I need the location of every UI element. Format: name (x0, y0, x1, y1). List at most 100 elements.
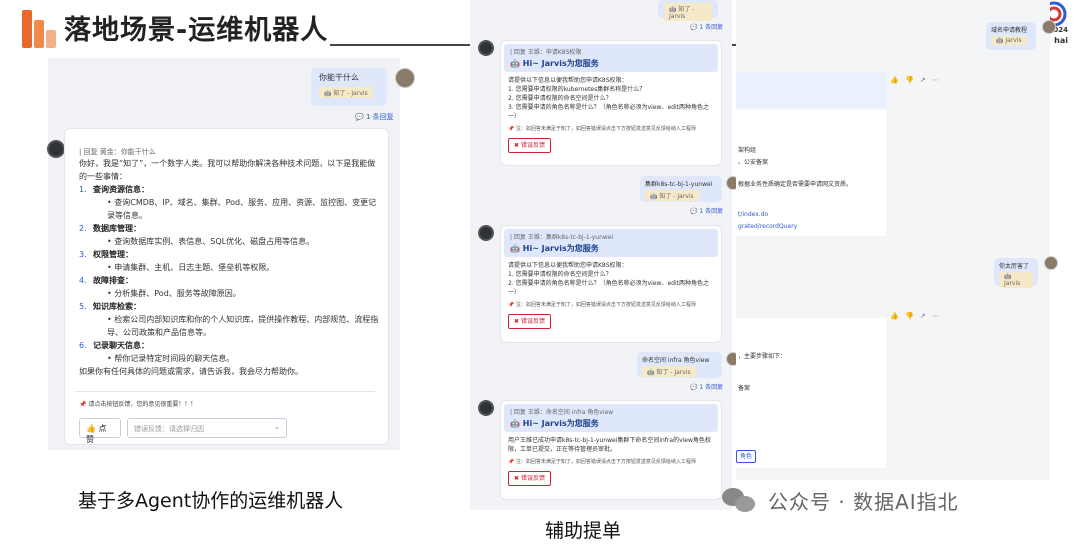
right-card-header-1 (736, 72, 886, 108)
error-feedback-button-1[interactable]: ✖ 错误反馈 (508, 138, 551, 153)
right-role-button[interactable]: 角色 (736, 450, 757, 463)
card-note-text-1: 注：如回答未满足于知了，如回答错误请点击下方按钮发送意见反馈给纳入工程师 (515, 126, 696, 132)
message-actions-1[interactable]: 👍 👎 ↗ ⋯ (890, 76, 941, 84)
error-feedback-label-3: 错误反馈 (520, 475, 545, 482)
left-caption: 基于多Agent协作的运维机器人 (78, 490, 344, 512)
card-title-text-3: Hi~ Jarvis为您服务 (522, 419, 599, 428)
jarvis-tag-label: 知了 - Jarvis (333, 90, 368, 97)
reply-count-label: 1 条回复 (365, 113, 394, 121)
capability-bullet-text: 查询数据库实例、表信息、SQL优化、磁盘占用等信息。 (114, 237, 315, 246)
right-card-body-2: ，主要步骤如下： 备案 角色 (736, 318, 886, 468)
card-body-2: 请提供以下信息以便我帮助您申请K8S权限： 1. 您需要申请权限的命名空间是什么… (504, 257, 718, 329)
slide: 落地场景-运维机器人 2024 hai 你能干什么 🤖 知了 - Jarvis … (0, 0, 1080, 547)
bot-avatar-3 (478, 400, 494, 416)
right-card-body-1: 架构组 、公安备案 根据业务性质确定是否需要申请网文资质。 t/index.do… (736, 110, 886, 236)
reply-link-1[interactable]: 💬 1 条回复 (690, 206, 723, 215)
reply-count-link[interactable]: 💬 1 条回复 (355, 112, 394, 122)
capability-bullet-text: 查询CMDB、IP、域名、集群、Pod、服务、应用、资源、监控图、变更记录等信息… (107, 198, 377, 220)
card-line: 2. 您需要申请权限的命名空间是什么？ (508, 95, 612, 102)
right-bubble-tag-1: 🤖 Jarvis (991, 36, 1027, 45)
bot-reply-card: | 回复 黄金：你能干什么 你好，我是“知了”，一个数字人类。我可以帮助你解决各… (64, 128, 389, 445)
top-jarvis-tag: 🤖 知了 - Jarvis (664, 3, 712, 21)
capability-number: 3. (79, 250, 87, 259)
card-quote-3: | 回复 王维：命名空间 infra 角色view (510, 409, 614, 416)
right-user-avatar-2 (1044, 256, 1058, 270)
card-title-text-2: Hi~ Jarvis为您服务 (522, 244, 599, 253)
chevron-down-icon: ⌄ (274, 423, 280, 431)
card-header-1: | 回复 王维：申请K8S权限 🤖 Hi~ Jarvis为您服务 (504, 44, 718, 72)
user-bubble-text-2: 命名空间 infra 角色view (642, 357, 710, 364)
capability-bullet: • 帮你记录特定时间段的聊天信息。 (107, 354, 235, 363)
card-body-3: 用户王维已成功申请k8s-tc-bj-1-yunwei集群下命名空间infra的… (504, 432, 718, 486)
feedback-hint: 📌 请点击按钮反馈，您的意见很重要！！！ (79, 401, 197, 408)
error-feedback-label-1: 错误反馈 (520, 142, 545, 149)
right-bubble-tag-label-2: Jarvis (1004, 280, 1021, 287)
card-quote-1: | 回复 王维：申请K8S权限 (510, 49, 582, 56)
capability-name: 故障排查： (93, 276, 133, 285)
capability-bullet: • 查询CMDB、IP、域名、集群、Pod、服务、应用、资源、监控图、变更记录等… (107, 198, 377, 220)
card-line: 1. 您需要申请权限的命名空间是什么？ (508, 271, 612, 278)
capability-heading: 2. 数据库管理： (79, 222, 379, 235)
capability-bullet: • 检索公司内部知识库和你的个人知识库，提供操作教程、内部规范、流程指导、公司政… (107, 315, 379, 337)
card-body-1: 请提供以下信息以便我帮助您申请K8S权限： 1. 您需要申请权限的kuberne… (504, 72, 718, 153)
right-frag: 架构组 (738, 147, 757, 154)
error-feedback-button-2[interactable]: ✖ 错误反馈 (508, 314, 551, 329)
capability-bullet-text: 分析集群、Pod、服务等故障原因。 (114, 289, 241, 298)
bot-avatar (47, 140, 65, 158)
user-bubble-text-1: 集群k8s-tc-bj-1-yunwei (645, 181, 713, 188)
right-user-avatar-1 (1042, 20, 1056, 34)
card-note-2: 📌 注：如回答未满足于知了，如回答错误请点击下方按钮发送意见反馈给纳入工程师 (508, 302, 696, 308)
capability-heading: 5. 知识库检索： (79, 300, 379, 313)
capability-heading: 4. 故障排查： (79, 274, 379, 287)
capability-bullet: • 申请集群、主机、日志主题、堡垒机等权限。 (107, 263, 275, 272)
top-reply-link[interactable]: 💬 1 条回复 (690, 22, 723, 31)
capability-name: 数据库管理： (93, 224, 141, 233)
card-line: 1. 您需要申请权限的kubernetes集群名称是什么？ (508, 86, 646, 93)
capability-heading: 1. 查询资源信息： (79, 183, 379, 196)
card-header-3: | 回复 王维：命名空间 infra 角色view 🤖 Hi~ Jarvis为您… (504, 404, 718, 432)
error-feedback-select[interactable]: 错误反馈：请选择归因 ⌄ (127, 418, 287, 438)
message-actions-2[interactable]: 👍 👎 ↗ ⋯ (890, 312, 941, 320)
bot-card-2: | 回复 王维：集群k8s-tc-bj-1-yunwei 🤖 Hi~ Jarvi… (500, 225, 722, 343)
right-bubble-tag-label-1: Jarvis (1005, 37, 1022, 44)
reply-link-2[interactable]: 💬 1 条回复 (690, 382, 723, 391)
bot-card-1: | 回复 王维：申请K8S权限 🤖 Hi~ Jarvis为您服务 请提供以下信息… (500, 40, 722, 166)
reply-label-1: 1 条回复 (699, 208, 724, 215)
capability-name: 记录聊天信息： (93, 341, 149, 350)
bot-avatar-2 (478, 225, 494, 241)
capability-number: 1. (79, 185, 87, 194)
user-question-text: 你能干什么 (319, 73, 359, 82)
capability-number: 4. (79, 276, 87, 285)
capability-bullet-text: 申请集群、主机、日志主题、堡垒机等权限。 (114, 263, 275, 272)
capability-bullet: • 分析集群、Pod、服务等故障原因。 (107, 289, 241, 298)
wechat-icon (722, 486, 758, 514)
capability-bullet-text: 帮你记录特定时间段的聊天信息。 (114, 354, 235, 363)
card-title-3: 🤖 Hi~ Jarvis为您服务 (510, 419, 599, 428)
right-frag: 、公安备案 (738, 159, 769, 166)
feedback-hint-text: 请点击按钮反馈，您的意见很重要！！！ (88, 401, 197, 408)
right-link[interactable]: t/index.do (738, 210, 768, 219)
capability-name: 知识库检索： (93, 302, 141, 311)
error-feedback-button-3[interactable]: ✖ 错误反馈 (508, 471, 551, 486)
capability-section: 4. 故障排查： • 分析集群、Pod、服务等故障原因。 (79, 274, 379, 300)
card-header-2: | 回复 王维：集群k8s-tc-bj-1-yunwei 🤖 Hi~ Jarvi… (504, 229, 718, 257)
capability-heading: 3. 权限管理： (79, 248, 379, 261)
user-bubble-tag-label-2: 知了 - Jarvis (656, 369, 691, 376)
jarvis-tag: 🤖 知了 - Jarvis (319, 87, 373, 98)
capability-name: 查询资源信息： (93, 185, 149, 194)
right-link[interactable]: grated/recordQuery (738, 222, 797, 231)
card-title-1: 🤖 Hi~ Jarvis为您服务 (510, 59, 599, 68)
user-bubble-tag-label-1: 知了 - Jarvis (659, 193, 694, 200)
capability-section: 5. 知识库检索： • 检索公司内部知识库和你的个人知识库，提供操作教程、内部规范、… (79, 300, 379, 339)
card-note-3: 📌 注：如回答未满足于知了，如回答错误请点击下方按钮发送意见反馈给纳入工程师 (508, 459, 696, 465)
right-user-bubble-1: 域名申请教程 🤖 Jarvis (986, 22, 1036, 50)
bot-card-3: | 回复 王维：命名空间 infra 角色view 🤖 Hi~ Jarvis为您… (500, 400, 722, 500)
right-frag: ，主要步骤如下： (738, 353, 787, 360)
card-note-1: 📌 注：如回答未满足于知了，如回答错误请点击下方按钮发送意见反馈给纳入工程师 (508, 126, 696, 132)
right-frag: 备案 (738, 385, 751, 392)
capability-heading: 6. 记录聊天信息： (79, 339, 379, 352)
like-button[interactable]: 👍 点赞 (79, 418, 121, 444)
intro-text: 你好，我是“知了”，一个数字人类。我可以帮助你解决各种技术问题，以下是我能做的一… (79, 159, 376, 181)
error-select-placeholder: 错误反馈：请选择归因 (134, 425, 204, 433)
user-bubble-2: 命名空间 infra 角色view 🤖 知了 - Jarvis (637, 352, 722, 378)
